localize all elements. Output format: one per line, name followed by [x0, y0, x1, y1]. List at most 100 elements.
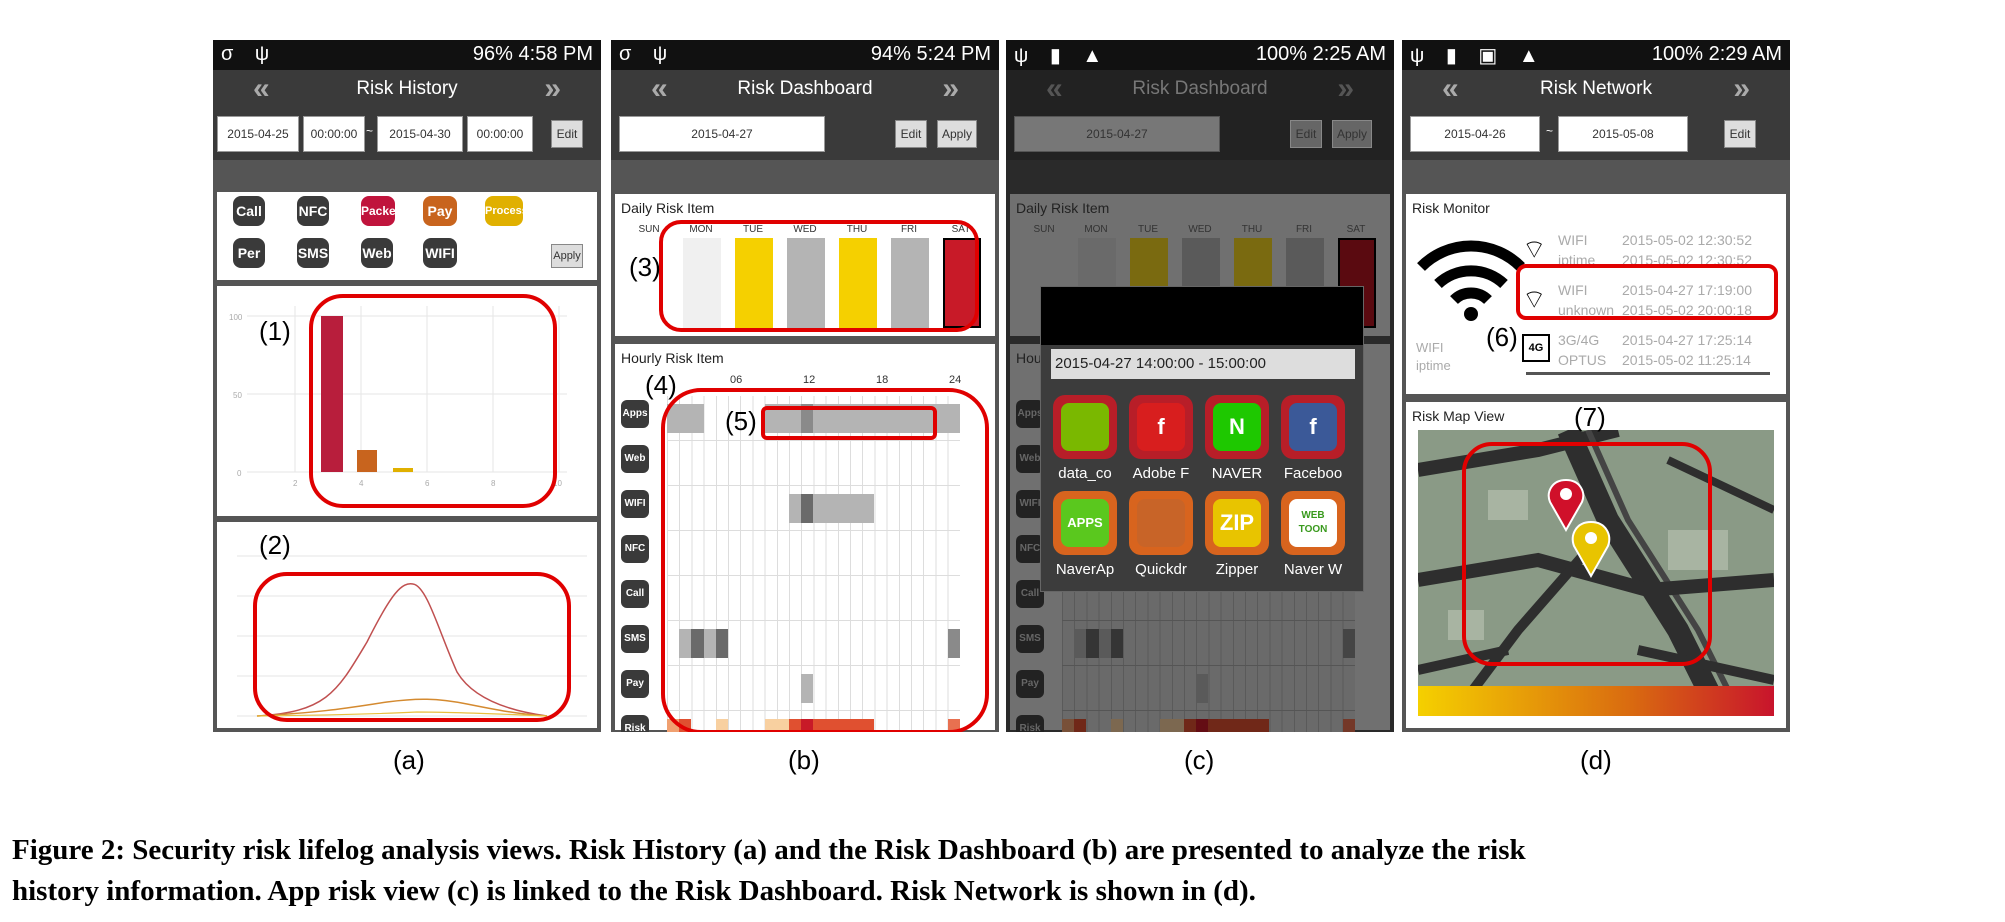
- day-label-sun: SUN: [1033, 224, 1055, 235]
- risk-cell[interactable]: [1208, 719, 1270, 732]
- edit-button[interactable]: Edit: [895, 120, 927, 148]
- android-icon[interactable]: [1053, 395, 1117, 459]
- facebook-icon-glyph: f: [1289, 403, 1337, 451]
- content-area: Risk Monitor WIFI iptime ⌔ WIFI 2015-05-02…: [1402, 160, 1790, 732]
- row-label-pay[interactable]: Pay: [1016, 670, 1044, 698]
- status-time: 2:25 AM: [1312, 43, 1386, 65]
- risk-cell[interactable]: [1074, 629, 1087, 658]
- end-date-field[interactable]: 2015-05-08: [1558, 116, 1688, 152]
- date-field[interactable]: 2015-04-27: [619, 116, 825, 152]
- next-arrow-icon[interactable]: »: [942, 72, 959, 106]
- naver-apps-icon[interactable]: APPS: [1053, 491, 1117, 555]
- apply-button[interactable]: Apply: [937, 120, 977, 148]
- highlight-box-6: [1516, 264, 1778, 320]
- status-battery: 100%: [1255, 43, 1308, 65]
- app-label-4: NaverAp: [1055, 561, 1115, 578]
- highlight-box-1: [309, 294, 557, 508]
- annotation-1: (1): [259, 316, 291, 346]
- row-label-risk[interactable]: Risk: [621, 715, 649, 732]
- row-label-apps[interactable]: Apps: [621, 400, 649, 428]
- row-label-sms[interactable]: SMS: [1016, 625, 1044, 653]
- start-time-field[interactable]: 00:00:00: [303, 116, 365, 152]
- panel-c-app-risk-view: ψ ▮ ▲ 100% 2:25 AM « Risk Dashboard » 20…: [1006, 40, 1394, 732]
- app-label-7: Naver W: [1283, 561, 1343, 578]
- title-bar: « Risk Dashboard »: [1006, 70, 1394, 110]
- panel-a-risk-history: σ ψ 96% 4:58 PM « Risk History » 2015-04…: [213, 40, 601, 732]
- annotation-7: (7): [1574, 402, 1606, 432]
- flash-icon[interactable]: f: [1129, 395, 1193, 459]
- chip-packet[interactable]: Packet: [361, 196, 400, 226]
- hour-label-12: 12: [803, 374, 816, 386]
- app-label-0: data_co: [1058, 465, 1112, 482]
- app-risk-popup: 2015-04-27 14:00:00 - 15:00:00 data_co f A…: [1040, 286, 1364, 592]
- risk-cell[interactable]: [1342, 629, 1355, 658]
- screen-title: Risk Dashboard: [1132, 78, 1268, 99]
- edit-button[interactable]: Edit: [1290, 120, 1322, 148]
- date-field[interactable]: 2015-04-27: [1014, 116, 1220, 152]
- next-arrow-icon[interactable]: »: [1337, 72, 1354, 106]
- risk-monitor-panel: Risk Monitor WIFI iptime ⌔ WIFI 2015-05-02…: [1406, 194, 1786, 394]
- naver-icon[interactable]: N: [1205, 395, 1269, 459]
- caption-line-2: history information. App risk view (c) i…: [12, 875, 1256, 907]
- row-label-web[interactable]: Web: [621, 445, 649, 473]
- chip-wifi[interactable]: WIFI: [423, 238, 457, 268]
- app-label-1: Adobe F: [1132, 465, 1190, 482]
- chip-nfc[interactable]: NFC: [297, 196, 329, 226]
- chip-sms[interactable]: SMS: [297, 238, 329, 268]
- annotation-6: (6): [1486, 322, 1518, 352]
- end-time-field[interactable]: 00:00:00: [467, 116, 533, 152]
- end-date-field[interactable]: 2015-04-30: [377, 116, 463, 152]
- row-label-sms[interactable]: SMS: [621, 625, 649, 653]
- wifi-small-icon: ⌔: [1522, 234, 1547, 264]
- row-label-pay[interactable]: Pay: [621, 670, 649, 698]
- risk-cell[interactable]: [1110, 719, 1123, 732]
- edit-button[interactable]: Edit: [1724, 120, 1756, 148]
- start-date-field[interactable]: 2015-04-25: [217, 116, 299, 152]
- risk-cell[interactable]: [1159, 719, 1184, 732]
- chip-call[interactable]: Call: [233, 196, 265, 226]
- row-label-nfc[interactable]: NFC: [621, 535, 649, 563]
- date-range-bar: 2015-04-26 ~ 2015-05-08 Edit: [1402, 110, 1790, 160]
- risk-cell[interactable]: [1184, 719, 1197, 732]
- webtoon-icon[interactable]: WEB TOON: [1281, 491, 1345, 555]
- next-arrow-icon[interactable]: »: [544, 72, 561, 106]
- hourly-risk-panel: Hourly Risk Item 06 12 18 24 Apps Web WIFI NFC C…: [615, 344, 995, 732]
- row-label-risk[interactable]: Risk: [1016, 715, 1044, 732]
- quickdroid-icon[interactable]: [1129, 491, 1193, 555]
- facebook-icon[interactable]: f: [1281, 395, 1345, 459]
- title-bar: « Risk Dashboard »: [611, 70, 999, 110]
- row-label-wifi[interactable]: WIFI: [621, 490, 649, 518]
- chip-web[interactable]: Web: [361, 238, 393, 268]
- date-bar: 2015-04-27 Edit Apply: [611, 110, 999, 160]
- start-date-field[interactable]: 2015-04-26: [1410, 116, 1540, 152]
- risk-cell[interactable]: [1074, 719, 1087, 732]
- risk-cell[interactable]: [1062, 719, 1075, 732]
- chip-per[interactable]: Per: [233, 238, 265, 268]
- edit-button[interactable]: Edit: [551, 120, 583, 148]
- network-entry-name: OPTUS: [1558, 352, 1607, 368]
- day-label-tue: TUE: [1138, 224, 1158, 235]
- bar-chart-panel: 100 50 0 2 4 6 8 10 (1): [217, 286, 597, 516]
- risk-cell[interactable]: [1110, 629, 1123, 658]
- zipper-icon-glyph: ZIP: [1213, 499, 1261, 547]
- row-label-call[interactable]: Call: [621, 580, 649, 608]
- chip-pay[interactable]: Pay: [423, 196, 457, 226]
- chip-process[interactable]: Process: [485, 196, 528, 226]
- risk-cell[interactable]: [1086, 629, 1099, 658]
- risk-cell[interactable]: [1196, 719, 1209, 732]
- naver-icon-glyph: N: [1213, 403, 1261, 451]
- wifi-large-icon: [1417, 240, 1525, 321]
- zipper-icon[interactable]: ZIP: [1205, 491, 1269, 555]
- apply-button[interactable]: Apply: [551, 244, 583, 268]
- status-time: 5:24 PM: [916, 43, 991, 65]
- next-arrow-icon[interactable]: »: [1733, 72, 1750, 106]
- highlight-box-3: [659, 220, 979, 332]
- risk-cell[interactable]: [1098, 629, 1111, 658]
- android-icon-glyph: [1061, 403, 1109, 451]
- risk-cell[interactable]: [1196, 674, 1209, 703]
- risk-cell[interactable]: [1342, 719, 1355, 732]
- subfigure-label-a: (a): [393, 745, 425, 775]
- day-label-mon: MON: [1084, 224, 1108, 235]
- apply-button[interactable]: Apply: [1332, 120, 1372, 148]
- network-entry-time-2: 2015-05-02 11:25:14: [1622, 352, 1751, 368]
